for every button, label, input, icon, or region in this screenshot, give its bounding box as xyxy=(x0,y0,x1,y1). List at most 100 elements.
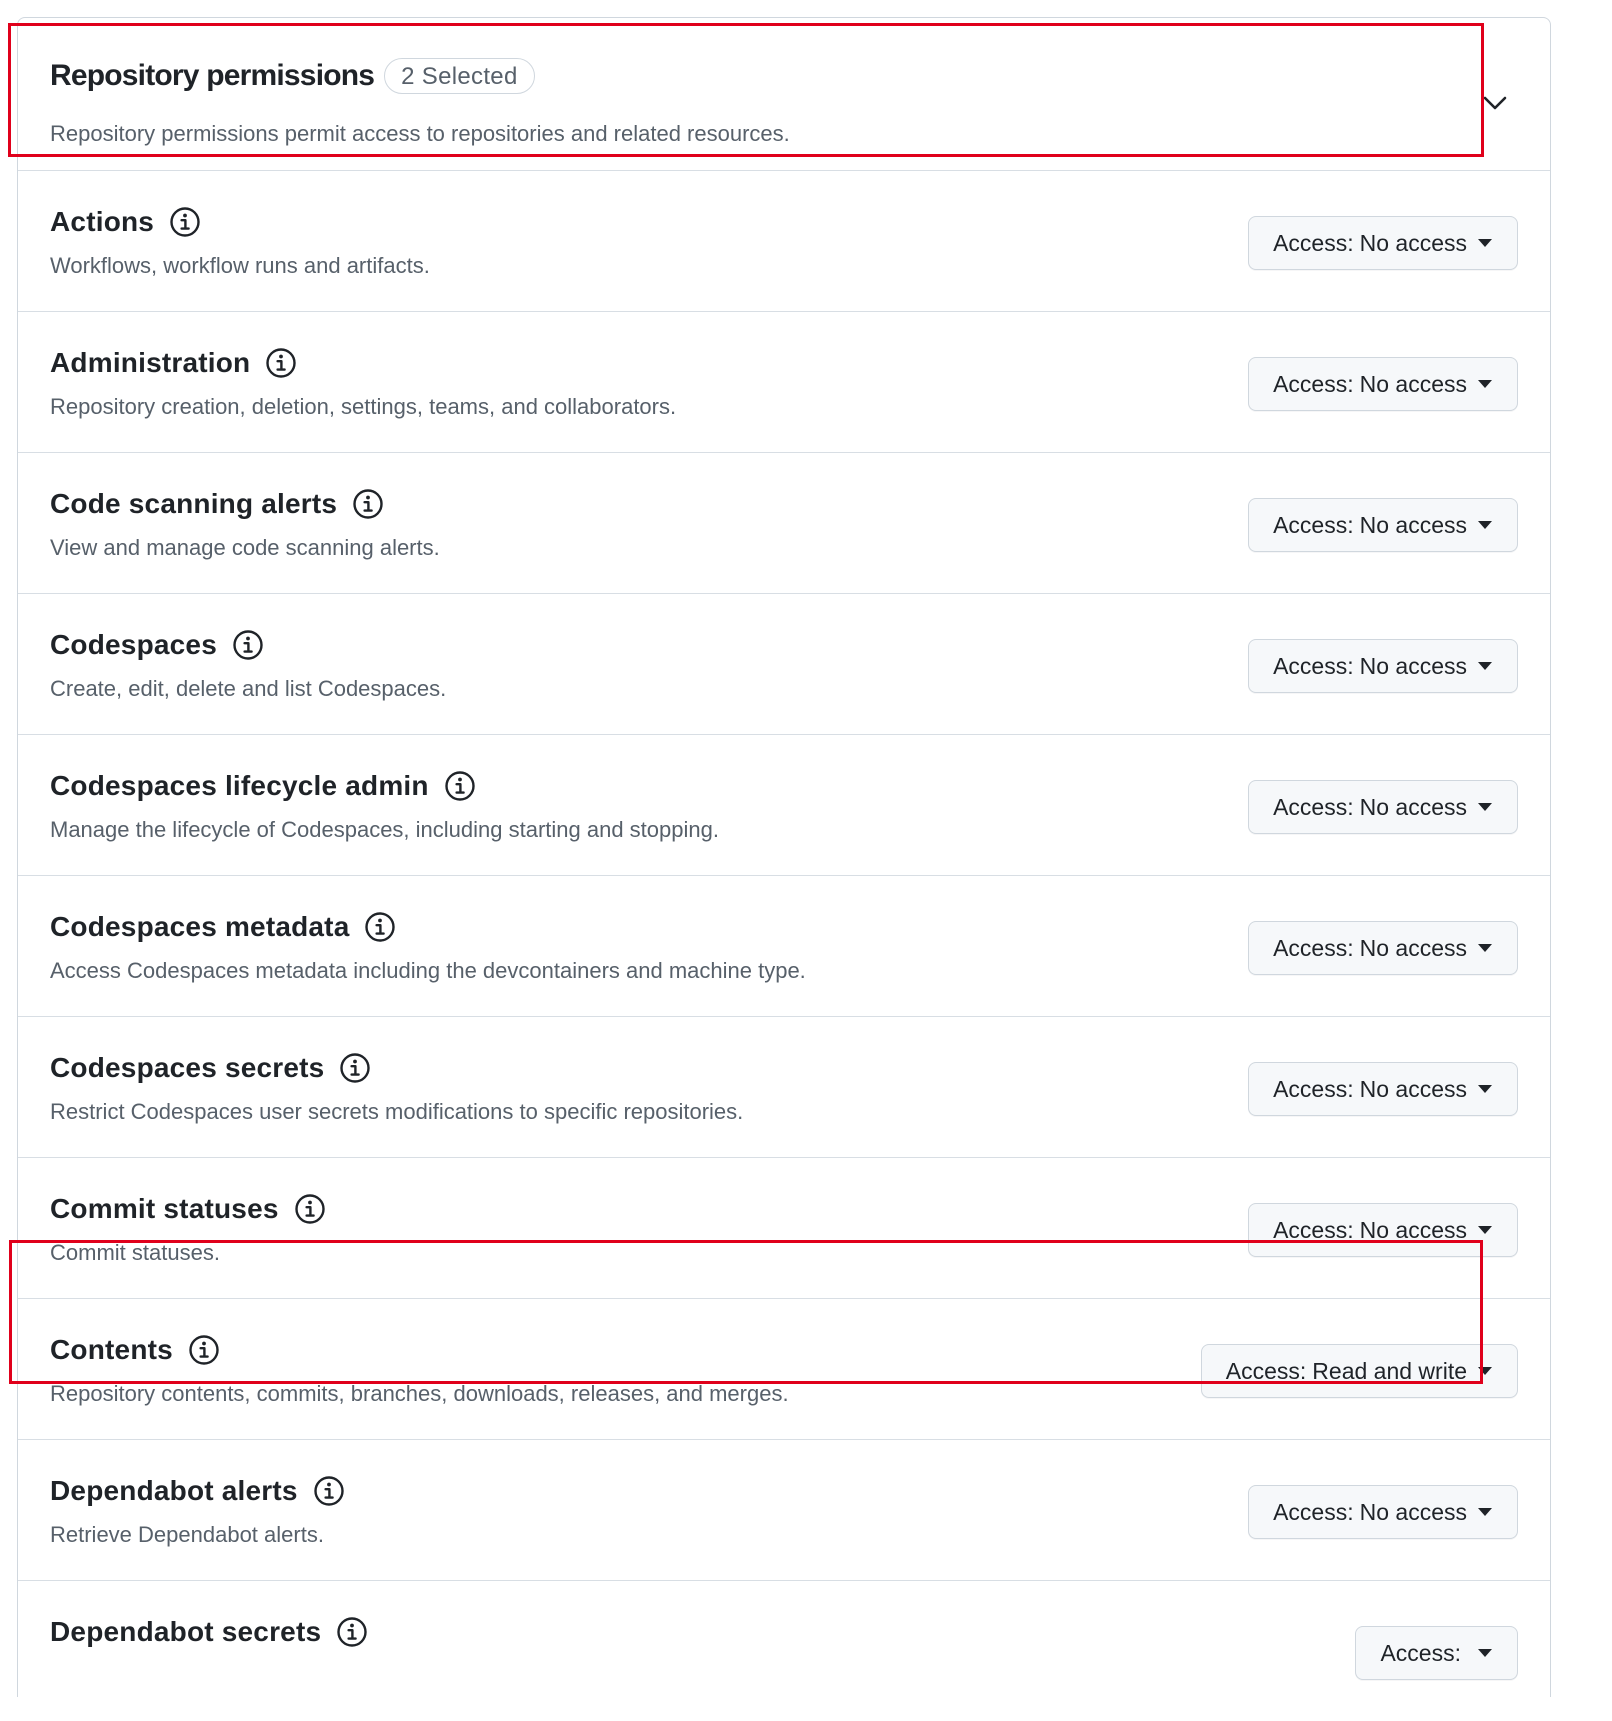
info-icon[interactable] xyxy=(363,910,397,944)
permission-row-dependabot-alerts: Dependabot alerts Retrieve Dependabot al… xyxy=(18,1439,1550,1580)
access-dropdown-button[interactable]: Access: No access xyxy=(1248,216,1518,270)
permission-description: Repository creation, deletion, settings,… xyxy=(50,394,677,419)
caret-down-icon xyxy=(1477,379,1493,389)
repository-permissions-header[interactable]: Repository permissions 2 Selected Reposi… xyxy=(18,26,1550,162)
access-value: No access xyxy=(1359,1498,1467,1525)
permission-description: View and manage code scanning alerts. xyxy=(50,535,440,560)
permission-title: Codespaces lifecycle admin xyxy=(50,770,429,801)
access-dropdown-button[interactable]: Access: xyxy=(1355,1626,1518,1680)
permission-title: Codespaces secrets xyxy=(50,1052,325,1083)
info-icon[interactable] xyxy=(338,1051,372,1085)
info-icon[interactable] xyxy=(168,205,202,239)
access-label: Access: xyxy=(1273,1498,1354,1525)
permission-title: Code scanning alerts xyxy=(50,488,338,519)
permission-title-line: Codespaces xyxy=(50,628,265,662)
permission-title: Dependabot secrets xyxy=(50,1616,322,1647)
permission-title-line: Codespaces metadata xyxy=(50,910,397,944)
permission-title-line: Codespaces lifecycle admin xyxy=(50,769,477,803)
access-value: No access xyxy=(1359,652,1467,679)
access-label: Access: xyxy=(1273,652,1354,679)
access-value: No access xyxy=(1359,370,1467,397)
permission-title: Administration xyxy=(50,347,251,378)
permission-title-line: Dependabot alerts xyxy=(50,1474,346,1508)
permission-title-line: Dependabot secrets xyxy=(50,1615,369,1649)
info-icon[interactable] xyxy=(264,346,298,380)
permission-row-dependabot-secrets: Dependabot secrets Access: xyxy=(18,1580,1550,1721)
access-label: Access: xyxy=(1273,1075,1354,1102)
access-label: Access: xyxy=(1225,1357,1307,1384)
caret-down-icon xyxy=(1477,1366,1493,1376)
section-description: Repository permissions permit access to … xyxy=(50,121,790,146)
permission-row-contents: Contents Repository contents, commits, b… xyxy=(18,1298,1550,1439)
access-value: No access xyxy=(1359,793,1467,820)
permission-row-codespaces-lifecycle-admin: Codespaces lifecycle admin Manage the li… xyxy=(18,734,1550,875)
caret-down-icon xyxy=(1477,802,1493,812)
access-label: Access: xyxy=(1273,229,1354,256)
access-dropdown-button[interactable]: Access: No access xyxy=(1248,1203,1518,1257)
permission-title: Dependabot alerts xyxy=(50,1475,298,1506)
caret-down-icon xyxy=(1477,943,1493,953)
header-title-row: Repository permissions 2 Selected xyxy=(50,58,535,94)
permission-title: Actions xyxy=(50,206,155,237)
info-icon[interactable] xyxy=(231,628,265,662)
access-value: Read and write xyxy=(1312,1357,1467,1384)
access-value: No access xyxy=(1359,1075,1467,1102)
caret-down-icon xyxy=(1477,1648,1493,1658)
permission-title-line: Code scanning alerts xyxy=(50,487,385,521)
permission-description: Manage the lifecycle of Codespaces, incl… xyxy=(50,817,719,842)
access-label: Access: xyxy=(1380,1639,1461,1666)
permission-title-line: Commit statuses xyxy=(50,1192,327,1226)
access-dropdown-button[interactable]: Access: No access xyxy=(1248,780,1518,834)
permission-title: Commit statuses xyxy=(50,1193,279,1224)
permission-title-line: Administration xyxy=(50,346,298,380)
caret-down-icon xyxy=(1477,1225,1493,1235)
permission-description: Retrieve Dependabot alerts. xyxy=(50,1522,324,1547)
permission-title: Contents xyxy=(50,1334,173,1365)
permission-description: Repository contents, commits, branches, … xyxy=(50,1381,789,1406)
permission-title-line: Contents xyxy=(50,1333,221,1367)
access-label: Access: xyxy=(1273,793,1354,820)
access-label: Access: xyxy=(1273,1216,1354,1243)
access-dropdown-button[interactable]: Access: No access xyxy=(1248,357,1518,411)
permission-description: Restrict Codespaces user secrets modific… xyxy=(50,1099,744,1124)
caret-down-icon xyxy=(1477,661,1493,671)
access-dropdown-button[interactable]: Access: Read and write xyxy=(1200,1344,1518,1398)
permission-row-codespaces: Codespaces Create, edit, delete and list… xyxy=(18,593,1550,734)
access-value: No access xyxy=(1359,934,1467,961)
info-icon[interactable] xyxy=(187,1333,221,1367)
access-dropdown-button[interactable]: Access: No access xyxy=(1248,1485,1518,1539)
access-value: No access xyxy=(1359,1216,1467,1243)
permission-title: Codespaces xyxy=(50,629,217,660)
access-label: Access: xyxy=(1273,511,1354,538)
permission-list: Actions Workflows, workflow runs and art… xyxy=(18,170,1550,1721)
permission-description: Access Codespaces metadata including the… xyxy=(50,958,806,983)
chevron-down-icon[interactable] xyxy=(1480,88,1510,118)
caret-down-icon xyxy=(1477,1507,1493,1517)
permission-row-codespaces-secrets: Codespaces secrets Restrict Codespaces u… xyxy=(18,1016,1550,1157)
section-title: Repository permissions xyxy=(50,59,375,92)
permission-title: Codespaces metadata xyxy=(50,911,350,942)
permissions-panel: Repository permissions 2 Selected Reposi… xyxy=(17,17,1551,1697)
permission-title-line: Codespaces secrets xyxy=(50,1051,372,1085)
permission-description: Commit statuses. xyxy=(50,1240,220,1265)
info-icon[interactable] xyxy=(312,1474,346,1508)
access-value: No access xyxy=(1359,511,1467,538)
access-dropdown-button[interactable]: Access: No access xyxy=(1248,1062,1518,1116)
permission-row-administration: Administration Repository creation, dele… xyxy=(18,311,1550,452)
info-icon[interactable] xyxy=(443,769,477,803)
access-label: Access: xyxy=(1273,934,1354,961)
selected-count-badge: 2 Selected xyxy=(384,58,535,94)
caret-down-icon xyxy=(1477,520,1493,530)
info-icon[interactable] xyxy=(351,487,385,521)
permission-description: Create, edit, delete and list Codespaces… xyxy=(50,676,447,701)
permission-row-code-scanning-alerts: Code scanning alerts View and manage cod… xyxy=(18,452,1550,593)
access-label: Access: xyxy=(1273,370,1354,397)
access-dropdown-button[interactable]: Access: No access xyxy=(1248,921,1518,975)
info-icon[interactable] xyxy=(293,1192,327,1226)
access-dropdown-button[interactable]: Access: No access xyxy=(1248,639,1518,693)
permission-title-line: Actions xyxy=(50,205,202,239)
info-icon[interactable] xyxy=(335,1615,369,1649)
permission-row-commit-statuses: Commit statuses Commit statuses. Access:… xyxy=(18,1157,1550,1298)
permission-row-codespaces-metadata: Codespaces metadata Access Codespaces me… xyxy=(18,875,1550,1016)
access-dropdown-button[interactable]: Access: No access xyxy=(1248,498,1518,552)
